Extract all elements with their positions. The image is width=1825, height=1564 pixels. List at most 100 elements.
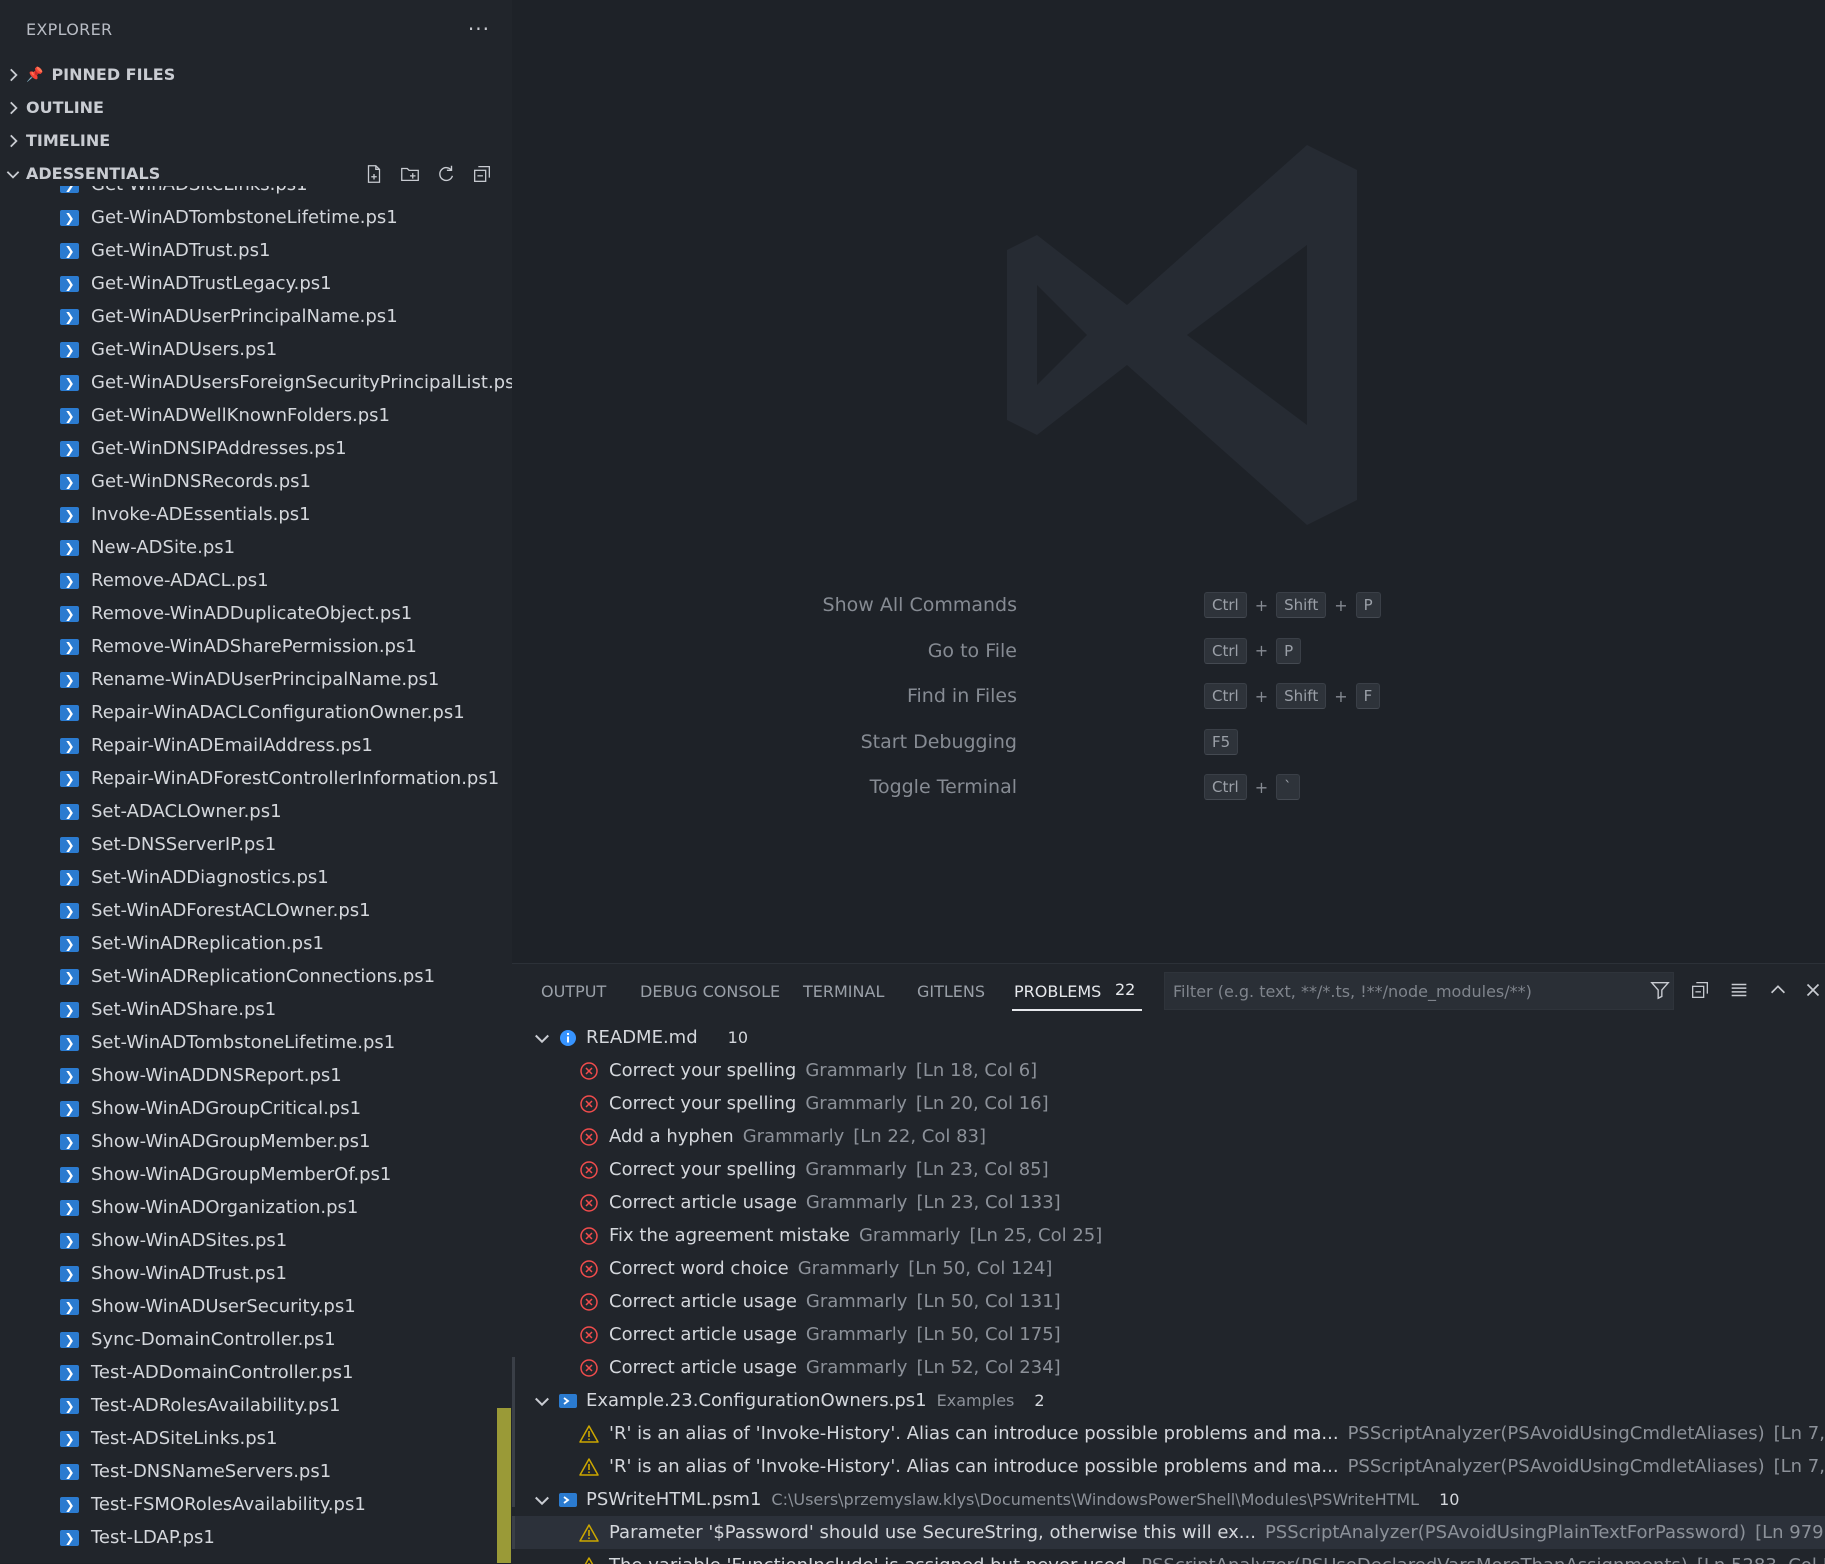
problem-location: [Ln 18, Col 6] [916,1060,1037,1081]
section-outline[interactable]: OUTLINE [0,91,512,124]
file-name: Show-WinADOrganization.ps1 [91,1197,358,1218]
problem-item[interactable]: 'R' is an alias of 'Invoke-History'. Ali… [512,1450,1825,1483]
problem-item[interactable]: Add a hyphenGrammarly[Ln 22, Col 83] [512,1120,1825,1153]
file-item[interactable]: ❯Show-WinADTrust.ps1 [0,1257,512,1290]
file-item[interactable]: ❯Test-ADSiteLinks.ps1 [0,1422,512,1455]
file-item[interactable]: ❯Show-WinADDNSReport.ps1 [0,1059,512,1092]
file-item[interactable]: ❯Test-ADDomainController.ps1 [0,1356,512,1389]
close-panel-icon[interactable] [1801,978,1825,1002]
collapse-all-icon[interactable] [470,162,494,186]
file-name: Get-WinADUserPrincipalName.ps1 [91,306,398,327]
problem-item[interactable]: The variable 'FunctionInclude' is assign… [512,1549,1825,1564]
file-item[interactable]: ❯Get-WinDNSRecords.ps1 [0,465,512,498]
file-item[interactable]: ❯Show-WinADUserSecurity.ps1 [0,1290,512,1323]
file-item[interactable]: ❯Sync-DomainController.ps1 [0,1323,512,1356]
problem-file-group[interactable]: README.md10 [512,1021,1825,1054]
file-item[interactable]: ❯Show-WinADOrganization.ps1 [0,1191,512,1224]
problem-item[interactable]: Correct your spellingGrammarly[Ln 23, Co… [512,1153,1825,1186]
new-folder-icon[interactable] [398,162,422,186]
problems-filter-input[interactable] [1164,972,1674,1010]
tab-gitlens[interactable]: GITLENS [917,982,985,1001]
refresh-icon[interactable] [434,162,458,186]
problem-source: Grammarly [806,1192,908,1213]
file-item[interactable]: ❯Get-WinADUsers.ps1 [0,333,512,366]
problem-item[interactable]: Correct your spellingGrammarly[Ln 18, Co… [512,1054,1825,1087]
collapse-all-icon[interactable] [1688,978,1712,1002]
problem-item[interactable]: Fix the agreement mistakeGrammarly[Ln 25… [512,1219,1825,1252]
section-timeline[interactable]: TIMELINE [0,124,512,157]
file-item[interactable]: ❯Remove-WinADDuplicateObject.ps1 [0,597,512,630]
file-item[interactable]: ❯Invoke-ADEssentials.ps1 [0,498,512,531]
file-item[interactable]: ❯Get-WinADTrust.ps1 [0,234,512,267]
problem-item[interactable]: Correct article usageGrammarly[Ln 50, Co… [512,1318,1825,1351]
problem-message: Correct your spelling [609,1060,796,1081]
file-item[interactable]: ❯Get-WinDNSIPAddresses.ps1 [0,432,512,465]
powershell-file-icon: ❯ [60,771,79,787]
new-file-icon[interactable] [362,162,386,186]
section-pinned-files[interactable]: 📌 PINNED FILES [0,58,512,91]
tab-problems[interactable]: PROBLEMS [1014,982,1101,1001]
problem-item[interactable]: Correct your spellingGrammarly[Ln 20, Co… [512,1087,1825,1120]
file-item[interactable]: ❯Get-WinADTombstoneLifetime.ps1 [0,201,512,234]
file-item[interactable]: ❯Show-WinADGroupMemberOf.ps1 [0,1158,512,1191]
problem-item[interactable]: Correct article usageGrammarly[Ln 23, Co… [512,1186,1825,1219]
file-item[interactable]: ❯Remove-ADACL.ps1 [0,564,512,597]
file-item[interactable]: ❯Test-ADRolesAvailability.ps1 [0,1389,512,1422]
file-item[interactable]: ❯Remove-WinADSharePermission.ps1 [0,630,512,663]
chevron-right-icon [4,99,22,117]
file-item[interactable]: ❯Rename-WinADUserPrincipalName.ps1 [0,663,512,696]
file-item[interactable]: ❯Test-LDAP.ps1 [0,1521,512,1554]
file-item[interactable]: ❯Test-FSMORolesAvailability.ps1 [0,1488,512,1521]
active-tab-indicator [1012,1009,1142,1011]
file-item[interactable]: ❯Get-WinADTrustLegacy.ps1 [0,267,512,300]
file-item[interactable]: ❯ Repair-WinADACLConfigurationOwner.ps1 [0,696,512,729]
file-item[interactable]: ❯Set-WinADReplication.ps1 [0,927,512,960]
scrollbar-marker[interactable] [497,1408,511,1563]
problem-location: [Ln 50, Col 175] [916,1324,1060,1345]
problem-item[interactable]: Correct article usageGrammarly[Ln 50, Co… [512,1285,1825,1318]
file-item[interactable]: ❯Show-WinADSites.ps1 [0,1224,512,1257]
file-item[interactable]: ❯Show-WinADGroupMember.ps1 [0,1125,512,1158]
filter-icon[interactable] [1648,978,1672,1002]
file-item[interactable]: ❯Get-WinADWellKnownFolders.ps1 [0,399,512,432]
file-item[interactable]: ❯Get-WinADUserPrincipalName.ps1 [0,300,512,333]
file-item[interactable]: ❯Set-WinADTombstoneLifetime.ps1 [0,1026,512,1059]
more-actions-icon[interactable]: ··· [468,17,490,41]
section-label: PINNED FILES [51,65,175,84]
file-item[interactable]: ❯Repair-WinADEmailAddress.ps1 [0,729,512,762]
panel-scrollbar[interactable] [512,1357,515,1507]
problem-item[interactable]: 'R' is an alias of 'Invoke-History'. Ali… [512,1417,1825,1450]
file-item[interactable]: ❯Test-DNSNameServers.ps1 [0,1455,512,1488]
maximize-panel-icon[interactable] [1766,978,1790,1002]
problem-item[interactable]: Correct article usageGrammarly[Ln 52, Co… [512,1351,1825,1384]
file-item[interactable]: ❯New-ADSite.ps1 [0,531,512,564]
file-item[interactable]: ❯Set-WinADReplicationConnections.ps1 [0,960,512,993]
file-name: Repair-WinADACLConfigurationOwner.ps1 [91,702,465,723]
explorer-sidebar: EXPLORER ··· 📌 PINNED FILES OUTLINE TIME… [0,0,512,1563]
problem-file-group[interactable]: PSWriteHTML.psm1C:\Users\przemyslaw.klys… [512,1483,1825,1516]
file-name: Remove-WinADDuplicateObject.ps1 [91,603,412,624]
problem-item[interactable]: Parameter '$Password' should use SecureS… [512,1516,1825,1549]
problem-message: Correct article usage [609,1291,797,1312]
tab-output[interactable]: OUTPUT [541,982,606,1001]
problem-item[interactable]: Correct word choiceGrammarly[Ln 50, Col … [512,1252,1825,1285]
file-item[interactable]: ❯Set-WinADShare.ps1 [0,993,512,1026]
file-item[interactable]: ❯ Get-WinADSiteLinks.ps1 [0,186,512,201]
keyboard-key: Shift [1276,592,1326,618]
file-item[interactable]: ❯Get-WinADUsersForeignSecurityPrincipalL… [0,366,512,399]
file-item[interactable]: ❯Show-WinADGroupCritical.ps1 [0,1092,512,1125]
file-name: Repair-WinADEmailAddress.ps1 [91,735,373,756]
key-separator: + [1255,596,1268,615]
powershell-file-icon: ❯ [60,540,79,556]
powershell-file-icon: ❯ [60,705,79,721]
tab-terminal[interactable]: TERMINAL [803,982,884,1001]
view-as-list-icon[interactable] [1727,978,1751,1002]
file-item[interactable]: ❯Set-DNSServerIP.ps1 [0,828,512,861]
file-item[interactable]: ❯Repair-WinADForestControllerInformation… [0,762,512,795]
tab-debug-console[interactable]: DEBUG CONSOLE [640,982,780,1001]
file-item[interactable]: ❯Set-WinADDiagnostics.ps1 [0,861,512,894]
problem-file-group[interactable]: Example.23.ConfigurationOwners.ps1Exampl… [512,1384,1825,1417]
file-item[interactable]: ❯Set-ADACLOwner.ps1 [0,795,512,828]
powershell-file-icon: ❯ [60,804,79,820]
file-item[interactable]: ❯Set-WinADForestACLOwner.ps1 [0,894,512,927]
